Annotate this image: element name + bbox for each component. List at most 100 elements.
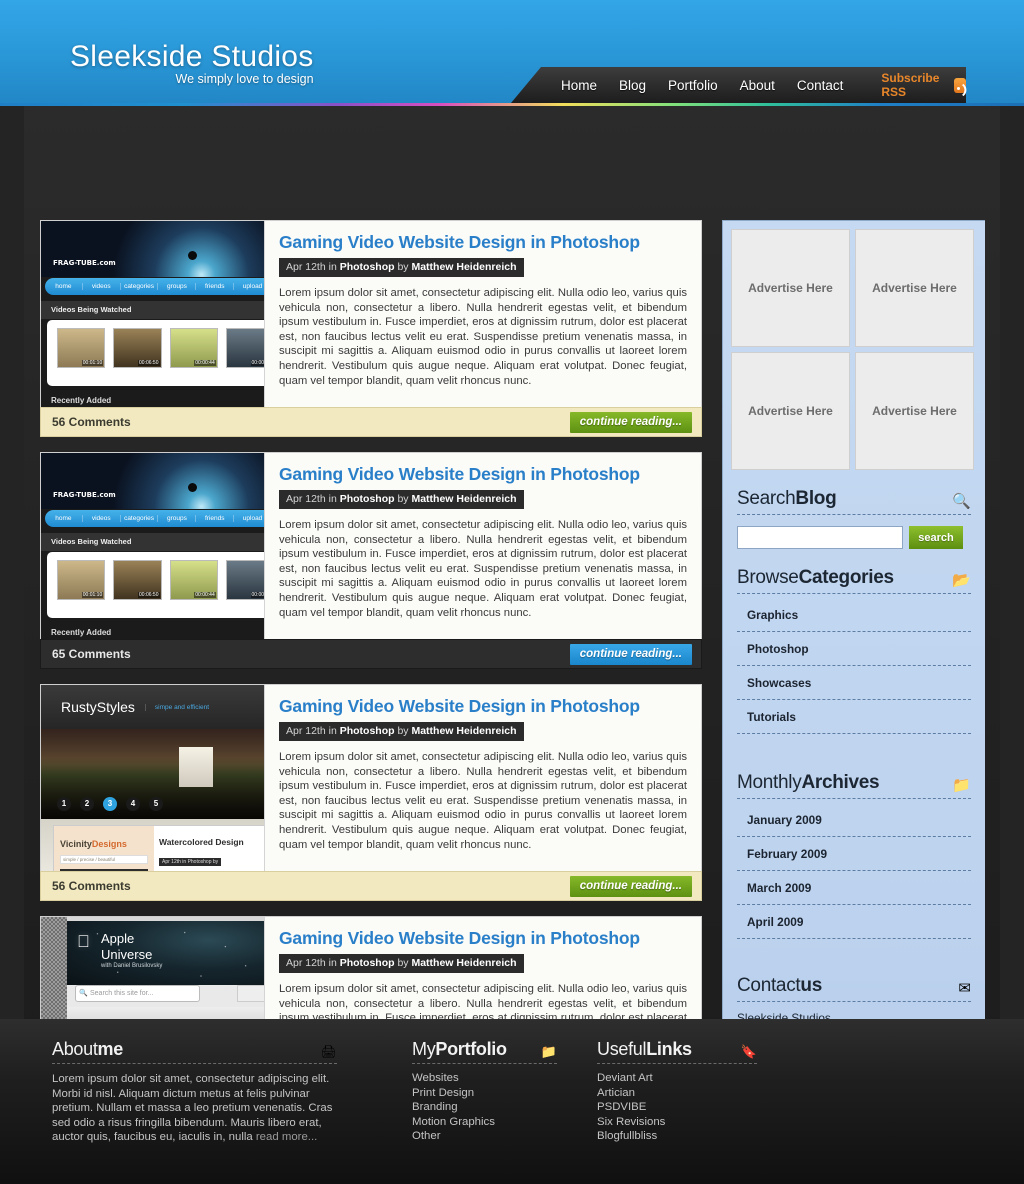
fragtube-nav-videos: videos xyxy=(83,283,121,290)
list-item: Photoshop xyxy=(737,632,971,666)
nav-item-contact[interactable]: Contact xyxy=(797,78,844,93)
footer-portfolio-header: MyPortfolio 📁 xyxy=(412,1039,557,1064)
ad-slot-1[interactable]: Advertise Here xyxy=(731,229,850,347)
category-link-graphics[interactable]: Graphics xyxy=(737,598,971,631)
portfolio-link-websites[interactable]: Websites xyxy=(412,1071,557,1086)
search-widget: SearchBlog 🔍 search xyxy=(731,488,977,549)
post-thumbnail[interactable]: FRAG-TUBE.com home videos categories gro… xyxy=(41,221,265,407)
useful-link-six-revisions[interactable]: Six Revisions xyxy=(597,1115,757,1130)
fragtube-video-thumb: 00:01:10 xyxy=(57,328,106,368)
search-input[interactable] xyxy=(737,526,903,549)
read-more-link[interactable]: read more... xyxy=(256,1131,317,1143)
vicinity-brand: VicinityDesigns xyxy=(60,839,127,849)
footer-about-column: Aboutme 🖨 Lorem ipsum dolor sit amet, co… xyxy=(52,1039,337,1145)
site-footer: Aboutme 🖨 Lorem ipsum dolor sit amet, co… xyxy=(0,1019,1024,1184)
site-branding[interactable]: Sleekside Studios We simply love to desi… xyxy=(70,40,314,86)
post-meta-category[interactable]: Photoshop xyxy=(340,493,395,505)
post-meta-by: by xyxy=(394,725,412,737)
post-thumbnail[interactable]: FRAG-TUBE.com home videos categories gro… xyxy=(41,453,265,639)
folder-icon: 📁 xyxy=(540,1044,557,1059)
portfolio-link-print-design[interactable]: Print Design xyxy=(412,1086,557,1101)
stars-decoration xyxy=(67,921,264,985)
post-body: FRAG-TUBE.com home videos categories gro… xyxy=(40,220,702,407)
slider-dot-5: 5 xyxy=(149,797,163,811)
fragtube-nav-upload: upload xyxy=(234,283,264,290)
nav-items: Home Blog Portfolio About Contact Subscr… xyxy=(561,67,966,103)
archives-title-light: Monthly xyxy=(737,772,802,793)
list-item: February 2009 xyxy=(737,837,971,871)
post-comments-count[interactable]: 56 Comments xyxy=(52,879,131,893)
appleuniverse-title-2: Universe xyxy=(101,947,153,962)
post-title-link[interactable]: Gaming Video Website Design in Photoshop xyxy=(279,464,687,485)
category-link-showcases[interactable]: Showcases xyxy=(737,666,971,699)
post-thumbnail[interactable]: RustyStyles simpe and efficient 1 2 3 4 … xyxy=(41,685,265,871)
list-item: Print Design xyxy=(412,1086,557,1101)
useful-link-blogfullbliss[interactable]: Blogfullbliss xyxy=(597,1129,757,1144)
rustystyles-tagline: simpe and efficient xyxy=(144,703,209,711)
bookmark-icon: 🔖 xyxy=(740,1044,757,1059)
fragtube-nav-home: home xyxy=(45,283,83,290)
fragtube-video-thumb: 00:01:10 xyxy=(57,560,106,600)
post-meta-author[interactable]: Matthew Heidenreich xyxy=(411,725,516,737)
archive-link-february-2009[interactable]: February 2009 xyxy=(737,837,971,870)
subscribe-rss-link[interactable]: Subscribe RSS xyxy=(881,71,966,99)
post-title-link[interactable]: Gaming Video Website Design in Photoshop xyxy=(279,696,687,717)
fragtube-video-thumb: 00:00:32 xyxy=(225,560,264,600)
appleuniverse-search-box: Search this site for... xyxy=(75,985,200,1002)
fragtube-band-label: Videos Being Watched xyxy=(51,537,132,546)
nav-item-portfolio[interactable]: Portfolio xyxy=(668,78,718,93)
fragtube-band: Videos Being Watched xyxy=(41,301,264,319)
post-footer: 56 Comments continue reading... xyxy=(40,407,702,437)
rustystyles-lower: VicinityDesigns simple / precise / beaut… xyxy=(41,819,264,871)
post-content: Gaming Video Website Design in Photoshop… xyxy=(265,685,701,871)
archive-link-january-2009[interactable]: January 2009 xyxy=(737,803,971,836)
portfolio-link-motion-graphics[interactable]: Motion Graphics xyxy=(412,1115,557,1130)
continue-reading-button[interactable]: continue reading... xyxy=(569,643,692,665)
vicinity-brand-1: Vicinity xyxy=(60,839,92,849)
fragtube-recently-added: Recently Added xyxy=(51,628,112,637)
ad-slot-4[interactable]: Advertise Here xyxy=(855,352,974,470)
category-link-photoshop[interactable]: Photoshop xyxy=(737,632,971,665)
post-meta-author[interactable]: Matthew Heidenreich xyxy=(411,261,516,273)
useful-link-deviant-art[interactable]: Deviant Art xyxy=(597,1071,757,1086)
portfolio-link-branding[interactable]: Branding xyxy=(412,1100,557,1115)
post-meta-category[interactable]: Photoshop xyxy=(340,725,395,737)
nav-item-home[interactable]: Home xyxy=(561,78,597,93)
continue-reading-button[interactable]: continue reading... xyxy=(569,875,692,897)
useful-link-artician[interactable]: Artician xyxy=(597,1086,757,1101)
vicinity-brand-2: Designs xyxy=(91,839,127,849)
rustystyles-preview: RustyStyles simpe and efficient 1 2 3 4 … xyxy=(41,685,264,871)
continue-reading-button[interactable]: continue reading... xyxy=(569,411,692,433)
slider-dot-4: 4 xyxy=(126,797,140,811)
post-body: RustyStyles simpe and efficient 1 2 3 4 … xyxy=(40,684,702,871)
post-comments-count[interactable]: 56 Comments xyxy=(52,415,131,429)
fragtube-nav-friends: friends xyxy=(196,515,235,522)
category-link-tutorials[interactable]: Tutorials xyxy=(737,700,971,733)
useful-link-psdvibe[interactable]: PSDVIBE xyxy=(597,1100,757,1115)
fragtube-video-panel: 00:01:10 00:06:50 00:00:44 00:00:32 xyxy=(47,320,264,386)
post-meta-author[interactable]: Matthew Heidenreich xyxy=(411,493,516,505)
archive-link-march-2009[interactable]: March 2009 xyxy=(737,871,971,904)
archives-title-bold: Archives xyxy=(801,772,880,793)
footer-portfolio-title: MyPortfolio xyxy=(412,1039,507,1060)
post-title-link[interactable]: Gaming Video Website Design in Photoshop xyxy=(279,232,687,253)
nav-item-blog[interactable]: Blog xyxy=(619,78,646,93)
magnifier-icon: 🔍 xyxy=(952,493,971,510)
contact-title-bold: us xyxy=(800,975,822,996)
about-title-light: About xyxy=(52,1039,98,1059)
post-meta: Apr 12th in Photoshop by Matthew Heidenr… xyxy=(279,722,524,741)
post-meta-category[interactable]: Photoshop xyxy=(340,261,395,273)
ad-slot-2[interactable]: Advertise Here xyxy=(855,229,974,347)
archive-link-april-2009[interactable]: April 2009 xyxy=(737,905,971,938)
portfolio-link-other[interactable]: Other xyxy=(412,1129,557,1144)
list-item: Blogfullbliss xyxy=(597,1129,757,1144)
search-widget-title: SearchBlog xyxy=(737,488,837,510)
post-comments-count[interactable]: 65 Comments xyxy=(52,647,131,661)
ad-slot-3[interactable]: Advertise Here xyxy=(731,352,850,470)
nav-item-about[interactable]: About xyxy=(740,78,775,93)
rustystyles-slider-dots: 1 2 3 4 5 xyxy=(57,797,163,811)
post-meta-author[interactable]: Matthew Heidenreich xyxy=(411,957,516,969)
search-button[interactable]: search xyxy=(909,526,963,549)
post-meta-category[interactable]: Photoshop xyxy=(340,957,395,969)
post-title-link[interactable]: Gaming Video Website Design in Photoshop xyxy=(279,928,687,949)
